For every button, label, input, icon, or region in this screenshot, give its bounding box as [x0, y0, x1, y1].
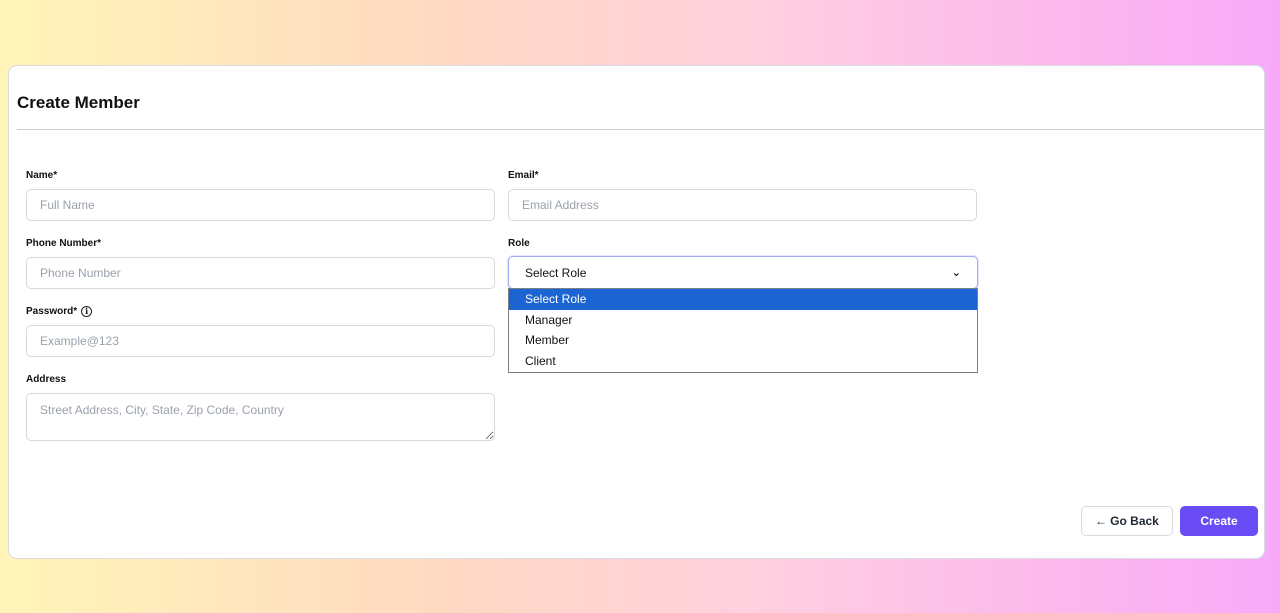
go-back-button[interactable]: ← Go Back — [1081, 506, 1173, 536]
email-label: Email* — [508, 170, 539, 181]
arrow-left-icon: ← — [1095, 514, 1108, 528]
password-label-text: Password* — [26, 306, 78, 317]
phone-input[interactable] — [26, 257, 495, 289]
email-label-text: Email* — [508, 170, 539, 181]
header-divider — [17, 129, 1264, 130]
role-label-text: Role — [508, 238, 530, 249]
create-member-card: Create Member Name* Email* Phone Number*… — [8, 65, 1265, 559]
name-label: Name* — [26, 170, 57, 181]
create-label: Create — [1200, 514, 1238, 528]
email-input[interactable] — [508, 189, 977, 221]
go-back-label: Go Back — [1110, 514, 1159, 528]
role-option-member[interactable]: Member — [509, 330, 977, 351]
name-input[interactable] — [26, 189, 495, 221]
chevron-down-icon: ⌄ — [951, 267, 961, 279]
role-option-client[interactable]: Client — [509, 351, 977, 372]
phone-label: Phone Number* — [26, 238, 101, 249]
create-button[interactable]: Create — [1180, 506, 1258, 536]
role-option-select-role[interactable]: Select Role — [509, 289, 977, 310]
role-label: Role — [508, 238, 530, 249]
page-title: Create Member — [17, 93, 140, 112]
password-label: Password* i — [26, 306, 93, 317]
address-label-text: Address — [26, 374, 67, 385]
address-textarea[interactable] — [26, 393, 495, 441]
info-icon[interactable]: i — [81, 306, 93, 317]
phone-label-text: Phone Number* — [26, 238, 102, 249]
address-label: Address — [26, 374, 66, 385]
password-input[interactable] — [26, 325, 495, 357]
name-label-text: Name* — [26, 170, 58, 181]
role-select[interactable]: Select Role ⌄ — [508, 256, 978, 289]
role-dropdown-list: Select Role Manager Member Client — [508, 288, 978, 373]
role-option-manager[interactable]: Manager — [509, 310, 977, 331]
role-select-value: Select Role — [525, 265, 587, 280]
